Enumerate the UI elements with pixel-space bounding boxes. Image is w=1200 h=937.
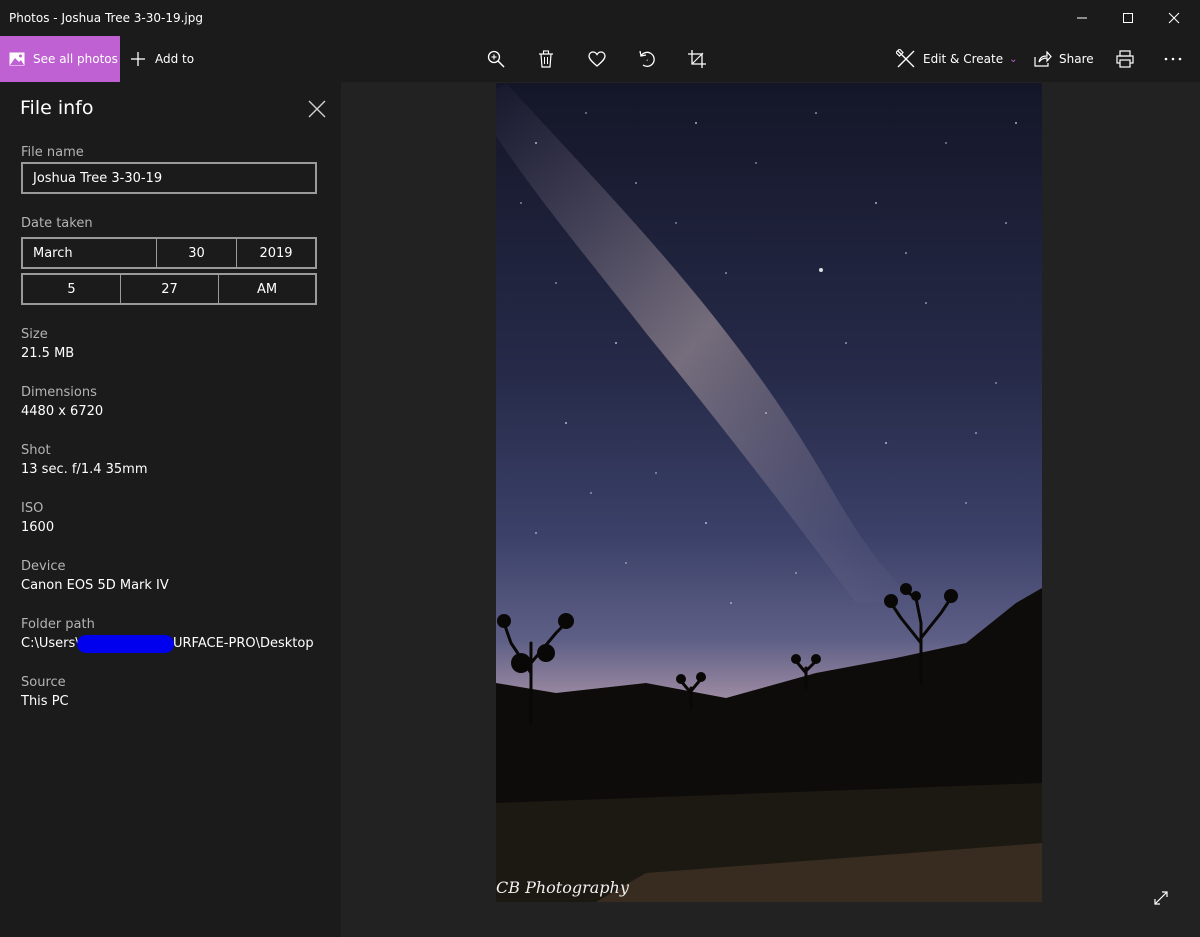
close-icon: [308, 100, 326, 118]
crop-icon: [688, 50, 706, 68]
minute-field[interactable]: 27: [121, 275, 219, 303]
hour-field[interactable]: 5: [23, 275, 121, 303]
iso-value: 1600: [21, 520, 55, 535]
month-field[interactable]: March: [23, 239, 157, 267]
edit-create-icon: [896, 49, 915, 68]
day-field[interactable]: 30: [157, 239, 237, 267]
rotate-icon: [639, 50, 655, 67]
see-all-photos-button[interactable]: See all photos: [0, 36, 120, 82]
add-to-label: Add to: [155, 52, 195, 66]
minimize-icon: [1077, 17, 1087, 19]
share-button[interactable]: Share: [1034, 36, 1094, 82]
share-icon: [1034, 51, 1052, 67]
device-value: Canon EOS 5D Mark IV: [21, 578, 169, 593]
rotate-button[interactable]: [633, 45, 661, 73]
delete-icon: [539, 50, 553, 68]
fullscreen-button[interactable]: [1149, 886, 1173, 910]
year-field[interactable]: 2019: [237, 239, 315, 267]
night-sky-photo: [496, 83, 1042, 902]
close-panel-button[interactable]: [303, 95, 331, 123]
close-icon: [1168, 12, 1180, 24]
see-all-photos-label: See all photos: [33, 52, 118, 66]
title-bar: Photos - Joshua Tree 3-30-19.jpg: [0, 0, 1200, 36]
expand-icon: [1154, 891, 1168, 905]
add-to-button[interactable]: Add to: [130, 36, 194, 82]
edit-create-button[interactable]: Edit & Create ⌄: [896, 36, 1018, 82]
favorite-button[interactable]: [583, 45, 611, 73]
ampm-field[interactable]: AM: [219, 275, 315, 303]
device-label: Device: [21, 559, 66, 574]
dimensions-value: 4480 x 6720: [21, 404, 104, 419]
zoom-in-icon: [487, 50, 505, 68]
more-options-button[interactable]: [1159, 45, 1187, 73]
file-name-field[interactable]: Joshua Tree 3-30-19: [21, 162, 317, 194]
photos-icon: [9, 52, 25, 66]
panel-title: File info: [20, 97, 94, 119]
source-value: This PC: [21, 694, 69, 709]
folder-path-prefix: C:\Users\: [21, 636, 80, 651]
redaction-mark: [77, 635, 174, 653]
photo-viewer: CB Photography: [341, 82, 1200, 937]
photo-image[interactable]: CB Photography: [496, 83, 1042, 902]
size-label: Size: [21, 327, 48, 342]
shot-value: 13 sec. f/1.4 35mm: [21, 462, 148, 477]
folder-path-label: Folder path: [21, 617, 95, 632]
dimensions-label: Dimensions: [21, 385, 97, 400]
source-label: Source: [21, 675, 66, 690]
file-name-label: File name: [21, 145, 84, 160]
file-info-panel: File info File name Joshua Tree 3-30-19 …: [0, 82, 341, 937]
shot-label: Shot: [21, 443, 51, 458]
date-taken-label: Date taken: [21, 216, 93, 231]
size-value: 21.5 MB: [21, 346, 75, 361]
minimize-button[interactable]: [1059, 0, 1105, 36]
chevron-down-icon: ⌄: [1009, 53, 1018, 65]
delete-button[interactable]: [532, 45, 560, 73]
date-picker: March 30 2019: [21, 237, 317, 269]
maximize-button[interactable]: [1105, 0, 1151, 36]
close-window-button[interactable]: [1151, 0, 1197, 36]
app-toolbar: See all photos Add to Edit & Create ⌄ Sh…: [0, 36, 1200, 82]
plus-icon: [131, 52, 145, 66]
edit-create-label: Edit & Create: [923, 52, 1004, 66]
time-picker: 5 27 AM: [21, 273, 317, 305]
maximize-icon: [1123, 13, 1133, 23]
crop-button[interactable]: [683, 45, 711, 73]
more-icon: [1164, 57, 1182, 61]
zoom-button[interactable]: [482, 45, 510, 73]
print-button[interactable]: [1111, 45, 1139, 73]
favorite-heart-icon: [588, 51, 606, 67]
iso-label: ISO: [21, 501, 44, 516]
share-label: Share: [1059, 52, 1094, 66]
window-title: Photos - Joshua Tree 3-30-19.jpg: [9, 11, 203, 25]
folder-path-suffix: URFACE-PRO\Desktop: [173, 636, 314, 651]
watermark-text: CB Photography: [496, 878, 629, 897]
print-icon: [1116, 50, 1134, 68]
